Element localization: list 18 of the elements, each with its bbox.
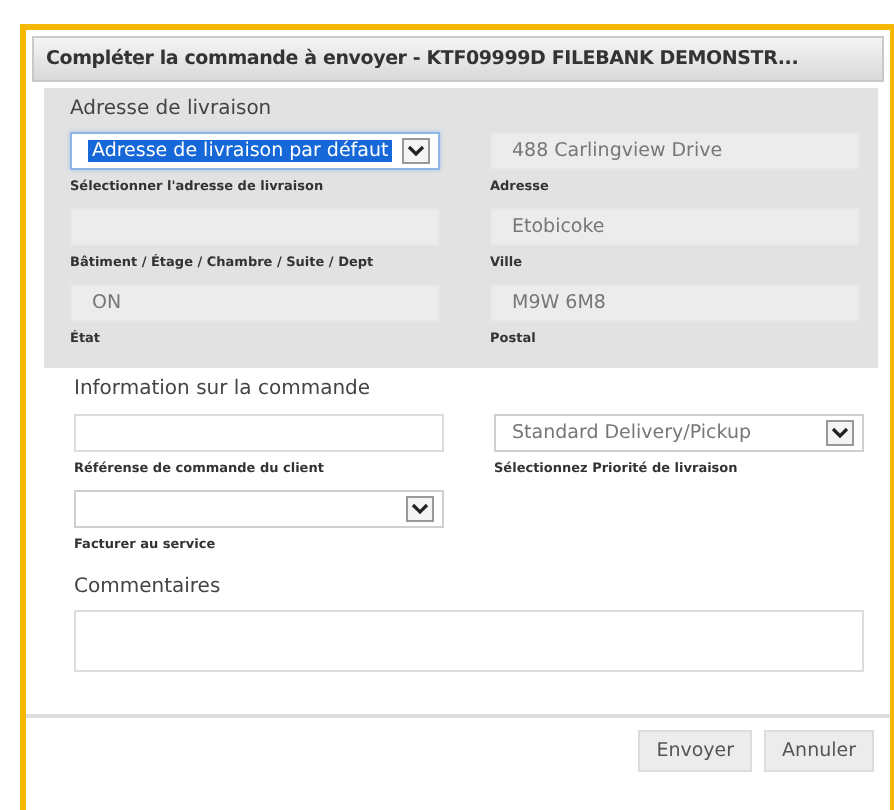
section-heading: Adresse de livraison <box>70 98 274 120</box>
input-field[interactable]: ON <box>70 284 440 322</box>
section-heading: Information sur la commande <box>74 378 373 400</box>
input-field[interactable]: 488 Carlingview Drive <box>490 132 860 170</box>
dropdown[interactable]: Adresse de livraison par défaut <box>70 132 440 170</box>
caret-icon <box>402 138 430 164</box>
input-field[interactable]: Etobicoke <box>490 208 860 246</box>
section-heading: Commentaires <box>74 576 223 598</box>
input-field[interactable] <box>74 414 444 452</box>
caret-icon <box>406 496 434 522</box>
comments-field[interactable] <box>74 610 864 672</box>
input-field[interactable]: M9W 6M8 <box>490 284 860 322</box>
dialog-button[interactable]: Envoyer <box>638 730 753 772</box>
caret-icon <box>826 420 854 446</box>
dropdown[interactable] <box>74 490 444 528</box>
dialog-title: Compléter la commande à envoyer - KTF09999D FILEBANK DEMONSTR... <box>32 36 884 82</box>
dropdown[interactable]: Standard Delivery/Pickup <box>494 414 864 452</box>
dialog-button[interactable]: Annuler <box>764 730 874 772</box>
